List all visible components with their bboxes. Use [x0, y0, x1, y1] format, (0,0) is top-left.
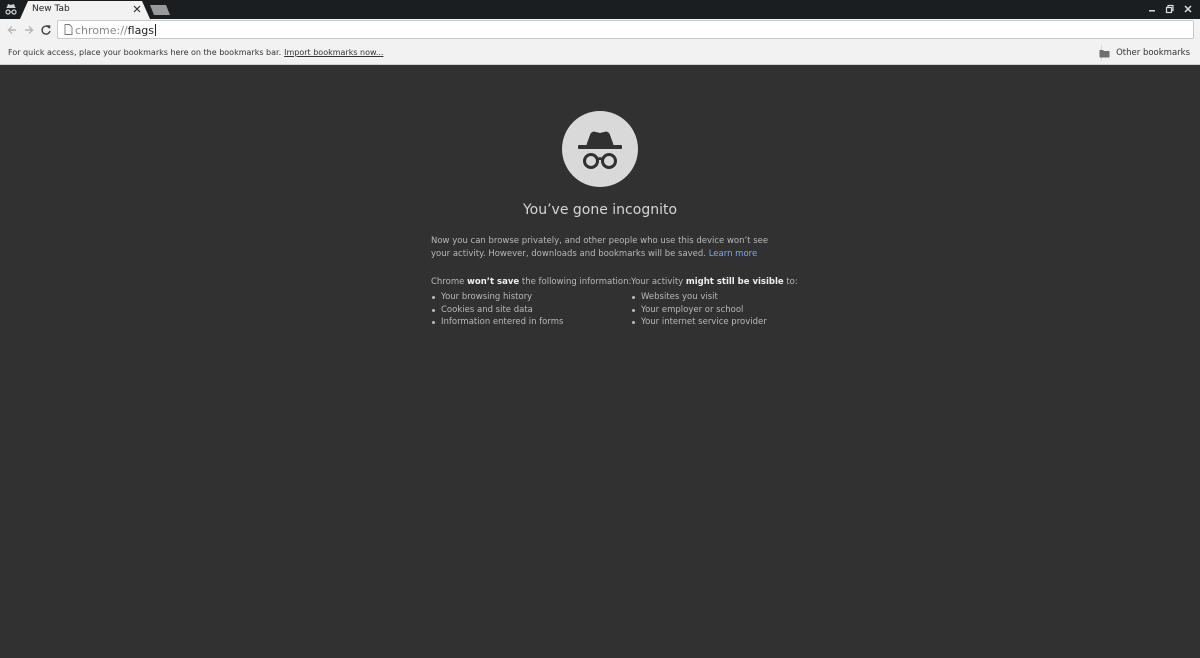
wont-save-column: Chrome won’t save the following informat…: [431, 276, 631, 329]
forward-icon: [25, 26, 34, 34]
bookmarks-hint-text: For quick access, place your bookmarks h…: [8, 48, 282, 57]
reload-button[interactable]: [38, 22, 54, 38]
list-item: Your employer or school: [631, 304, 831, 317]
minimize-icon: [1149, 10, 1155, 12]
maximize-button[interactable]: [1164, 2, 1176, 16]
incognito-icon: [5, 4, 17, 15]
visible-suffix: to:: [786, 277, 798, 287]
list-item: Your browsing history: [431, 291, 631, 304]
url-path: flags: [127, 24, 155, 37]
browser-window: New Tab chrome://flags For quick access,…: [0, 0, 1200, 658]
minimize-button[interactable]: [1146, 2, 1158, 16]
maximize-icon: [1165, 4, 1174, 14]
tab-strip: New Tab: [0, 0, 1200, 19]
bookmarks-hint: For quick access, place your bookmarks h…: [8, 48, 383, 57]
list-item: Information entered in forms: [431, 316, 631, 329]
page-title: You’ve gone incognito: [522, 202, 678, 218]
visible-emphasis: might still be visible: [685, 277, 784, 287]
window-close-icon: [1184, 5, 1192, 13]
wont-save-prefix: Chrome: [431, 277, 465, 287]
wont-save-emphasis: won’t save: [467, 277, 520, 287]
tab-title: New Tab: [32, 4, 70, 14]
url-text[interactable]: chrome://flags: [75, 24, 157, 37]
list-item: Websites you visit: [631, 291, 831, 304]
wont-save-list: Your browsing history Cookies and site d…: [431, 291, 631, 329]
intro-text: Now you can browse privately, and other …: [431, 235, 771, 260]
tab-new-tab[interactable]: New Tab: [20, 1, 150, 19]
close-icon[interactable]: [132, 4, 142, 14]
import-bookmarks-link[interactable]: Import bookmarks now...: [284, 48, 383, 57]
address-bar[interactable]: chrome://flags: [57, 20, 1194, 39]
window-controls: [1146, 2, 1194, 17]
text-caret: [155, 24, 157, 36]
learn-more-link[interactable]: Learn more: [709, 249, 757, 259]
incognito-page: You’ve gone incognito Now you can browse…: [0, 65, 1200, 658]
incognito-hero: [562, 111, 638, 187]
might-be-visible-column: Your activity might still be visible to:…: [631, 276, 831, 329]
might-be-visible-heading: Your activity might still be visible to:: [631, 276, 831, 288]
visible-prefix: Your activity: [631, 277, 684, 287]
url-scheme: chrome://: [75, 24, 128, 37]
list-item: Your internet service provider: [631, 316, 831, 329]
page-icon: [64, 24, 73, 35]
bookmarks-bar: For quick access, place your bookmarks h…: [0, 41, 1200, 65]
forward-button[interactable]: [21, 22, 37, 38]
wont-save-heading: Chrome won’t save the following informat…: [431, 276, 631, 288]
reload-icon: [41, 25, 51, 35]
other-bookmarks-label: Other bookmarks: [1116, 48, 1190, 58]
back-icon: [7, 26, 16, 34]
wont-save-suffix: the following information:: [521, 277, 632, 287]
new-tab-button[interactable]: [150, 5, 170, 15]
window-close-button[interactable]: [1182, 2, 1194, 16]
folder-icon: [1099, 49, 1110, 57]
list-item: Cookies and site data: [431, 304, 631, 317]
toolbar: chrome://flags: [0, 19, 1200, 41]
might-be-visible-list: Websites you visit Your employer or scho…: [631, 291, 831, 329]
back-button[interactable]: [4, 22, 20, 38]
incognito-icon: [578, 131, 622, 169]
other-bookmarks-button[interactable]: Other bookmarks: [1099, 47, 1190, 59]
